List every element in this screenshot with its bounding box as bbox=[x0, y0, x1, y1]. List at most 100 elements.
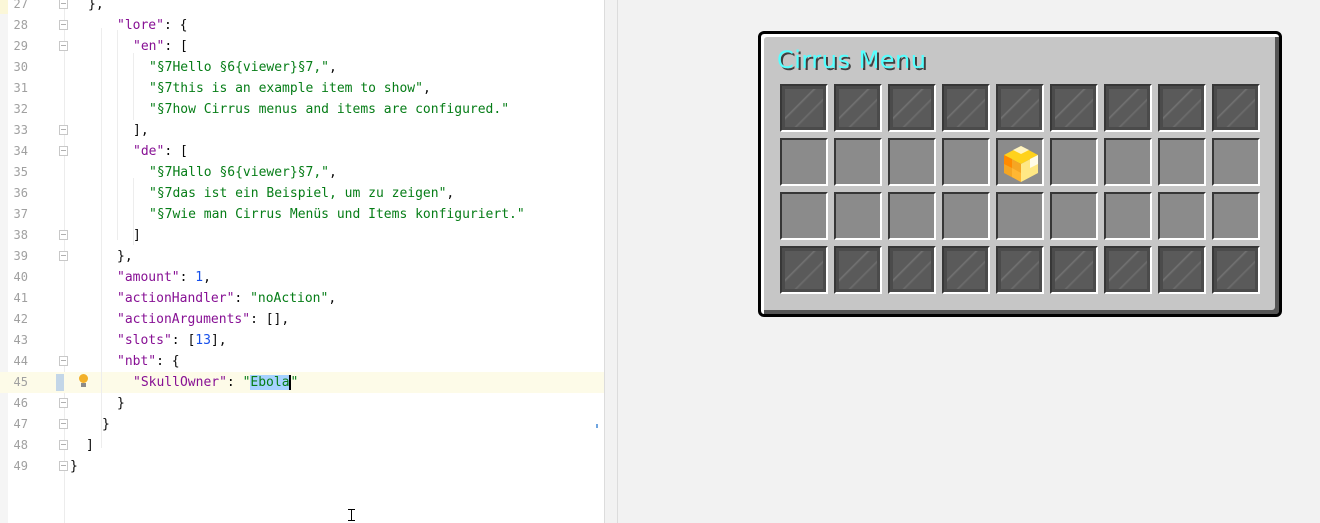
json-punctuation: : [ bbox=[164, 144, 188, 159]
code-line[interactable]: 31 "§7this is an example item to show", bbox=[0, 78, 604, 99]
code-line[interactable]: 38] bbox=[0, 225, 604, 246]
glass-pane-slot[interactable] bbox=[1104, 246, 1152, 294]
yellow-orange-head-block-icon[interactable] bbox=[1000, 142, 1042, 184]
glass-pane-slot[interactable] bbox=[780, 84, 828, 132]
glass-pane-slot[interactable] bbox=[1212, 84, 1260, 132]
glass-pane-slot[interactable] bbox=[1212, 246, 1260, 294]
inventory-slot[interactable] bbox=[888, 192, 936, 240]
inventory-slot[interactable] bbox=[1158, 138, 1206, 186]
code-line[interactable]: 46} bbox=[0, 393, 604, 414]
code-line[interactable]: 40 "amount": 1, bbox=[0, 267, 604, 288]
inventory-slot[interactable] bbox=[996, 192, 1044, 240]
inventory-slot[interactable] bbox=[888, 138, 936, 186]
fold-icon[interactable] bbox=[59, 398, 68, 408]
code-editor[interactable]: 27}, 28 "lore": {29 "en": [30 "§7Hello §6{vi… bbox=[0, 0, 604, 523]
inventory-slot[interactable] bbox=[1212, 192, 1260, 240]
code-line[interactable]: 35 "§7Hallo §6{viewer}§7,", bbox=[0, 162, 604, 183]
json-string: " bbox=[290, 375, 299, 390]
inventory-slot[interactable] bbox=[942, 192, 990, 240]
json-punctuation: : [], bbox=[250, 312, 290, 327]
inventory-slot[interactable] bbox=[1050, 192, 1098, 240]
inventory-slot[interactable] bbox=[996, 138, 1044, 186]
inventory-slot[interactable] bbox=[834, 138, 882, 186]
fold-icon[interactable] bbox=[59, 20, 68, 30]
fold-icon[interactable] bbox=[59, 146, 68, 156]
code-line[interactable]: 29 "en": [ bbox=[0, 36, 604, 57]
lightbulb-icon[interactable] bbox=[78, 374, 89, 388]
change-marker[interactable] bbox=[56, 374, 64, 391]
inventory-slot[interactable] bbox=[1158, 192, 1206, 240]
inventory-slot[interactable] bbox=[1104, 192, 1152, 240]
glass-pane-slot[interactable] bbox=[1158, 84, 1206, 132]
selected-text: Ebola bbox=[250, 375, 290, 390]
inventory-slot[interactable] bbox=[1212, 138, 1260, 186]
code-line[interactable]: 36 "§7das ist ein Beispiel, um zu zeigen"… bbox=[0, 183, 604, 204]
json-string: "§7wie man Cirrus Menüs und Items konfig… bbox=[149, 207, 525, 222]
fold-icon[interactable] bbox=[59, 125, 68, 135]
code-line[interactable]: 45 "SkullOwner": "Ebola" bbox=[0, 372, 604, 393]
code-line[interactable]: 30 "§7Hello §6{viewer}§7,", bbox=[0, 57, 604, 78]
glass-pane-slot[interactable] bbox=[996, 246, 1044, 294]
code-line[interactable]: 41 "actionHandler": "noAction", bbox=[0, 288, 604, 309]
code-text: }, bbox=[88, 0, 104, 12]
json-punctuation: } bbox=[102, 417, 110, 432]
pane-splitter[interactable] bbox=[604, 0, 618, 523]
code-line[interactable]: 32 "§7how Cirrus menus and items are conf… bbox=[0, 99, 604, 120]
fold-icon[interactable] bbox=[59, 0, 68, 9]
line-number: 37 bbox=[13, 207, 28, 221]
text-cursor-icon bbox=[346, 507, 358, 523]
code-line[interactable]: 27}, bbox=[0, 0, 604, 15]
inventory-slot[interactable] bbox=[780, 138, 828, 186]
glass-pane-slot[interactable] bbox=[888, 84, 936, 132]
json-punctuation: , bbox=[446, 186, 455, 201]
fold-icon[interactable] bbox=[59, 251, 68, 261]
fold-icon[interactable] bbox=[59, 461, 68, 471]
json-punctuation: }, bbox=[88, 0, 104, 12]
code-line[interactable]: 37 "§7wie man Cirrus Menüs und Items konf… bbox=[0, 204, 604, 225]
glass-pane-slot[interactable] bbox=[1158, 246, 1206, 294]
inventory-slot[interactable] bbox=[942, 138, 990, 186]
fold-icon[interactable] bbox=[59, 419, 68, 429]
json-key: "amount" bbox=[117, 270, 180, 285]
code-line[interactable]: 49} bbox=[0, 456, 604, 477]
inventory-slot[interactable] bbox=[834, 192, 882, 240]
code-line[interactable]: 33], bbox=[0, 120, 604, 141]
glass-pane-slot[interactable] bbox=[780, 246, 828, 294]
code-text: "§7Hallo §6{viewer}§7,", bbox=[149, 165, 337, 180]
glass-pane-slot[interactable] bbox=[1050, 246, 1098, 294]
fold-icon[interactable] bbox=[59, 230, 68, 240]
inventory-slot[interactable] bbox=[1050, 138, 1098, 186]
inventory-window: Cirrus Menu bbox=[758, 31, 1282, 317]
code-line[interactable]: 34 "de": [ bbox=[0, 141, 604, 162]
code-text: } bbox=[70, 459, 78, 474]
inventory-slot[interactable] bbox=[780, 192, 828, 240]
code-line[interactable]: 39}, bbox=[0, 246, 604, 267]
scroll-marker bbox=[596, 424, 598, 428]
inventory-slot[interactable] bbox=[1104, 138, 1152, 186]
fold-icon[interactable] bbox=[59, 440, 68, 450]
glass-pane-slot[interactable] bbox=[942, 84, 990, 132]
fold-icon[interactable] bbox=[59, 356, 68, 366]
glass-pane-slot[interactable] bbox=[834, 246, 882, 294]
code-line[interactable]: 42 "actionArguments": [], bbox=[0, 309, 604, 330]
glass-pane-slot[interactable] bbox=[996, 84, 1044, 132]
code-line[interactable]: 28 "lore": { bbox=[0, 15, 604, 36]
fold-icon[interactable] bbox=[59, 41, 68, 51]
code-text: "§7how Cirrus menus and items are config… bbox=[149, 102, 509, 117]
line-number: 39 bbox=[13, 249, 28, 263]
json-punctuation: ] bbox=[86, 438, 94, 453]
code-line[interactable]: 44 "nbt": { bbox=[0, 351, 604, 372]
code-line[interactable]: 48] bbox=[0, 435, 604, 456]
glass-pane-slot[interactable] bbox=[834, 84, 882, 132]
glass-pane-slot[interactable] bbox=[1050, 84, 1098, 132]
indent-guide bbox=[133, 178, 134, 245]
glass-pane-slot[interactable] bbox=[942, 246, 990, 294]
code-text: }, bbox=[117, 249, 133, 264]
code-text: "en": [ bbox=[133, 39, 188, 54]
code-line[interactable]: 43 "slots": [13], bbox=[0, 330, 604, 351]
glass-pane-slot[interactable] bbox=[888, 246, 936, 294]
glass-pane-slot[interactable] bbox=[1104, 84, 1152, 132]
json-number: 13 bbox=[195, 333, 211, 348]
indent-guide bbox=[133, 53, 134, 120]
code-line[interactable]: 47} bbox=[0, 414, 604, 435]
